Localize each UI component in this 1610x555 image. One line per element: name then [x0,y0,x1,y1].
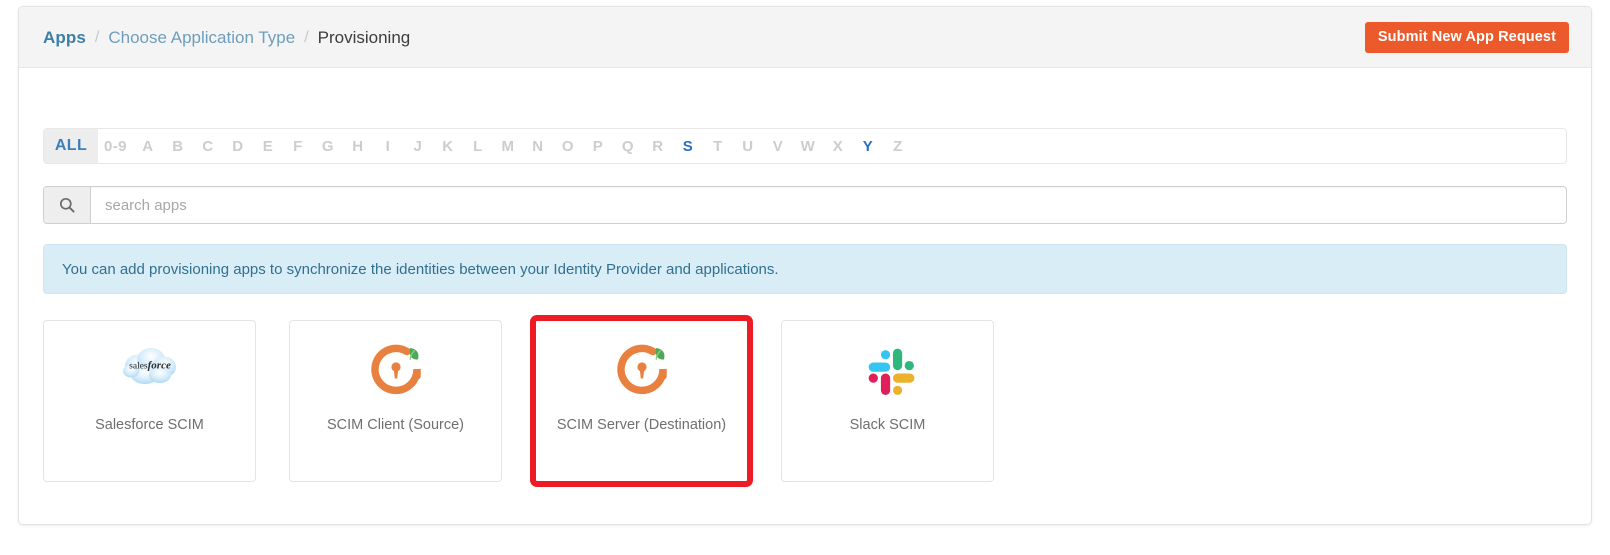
salesforce-cloud-icon: salesforce [122,348,176,384]
app-card-slot: salesforce Salesforce SCIM [43,320,256,482]
slack-icon [868,348,914,395]
alphabet-filter-k[interactable]: K [433,129,463,163]
breadcrumb-item-apps[interactable]: Apps [43,28,86,48]
alphabet-filter-v[interactable]: V [763,129,793,163]
alphabet-filter-w[interactable]: W [793,129,823,163]
breadcrumb-separator: / [94,28,100,46]
alphabet-filter-n[interactable]: N [523,129,553,163]
search-input[interactable] [91,187,1566,223]
panel-header: Apps / Choose Application Type / Provisi… [19,7,1591,68]
alphabet-filter-r[interactable]: R [643,129,673,163]
alphabet-filter-b[interactable]: B [163,129,193,163]
alphabet-filter-z[interactable]: Z [883,129,913,163]
content-panel: Apps / Choose Application Type / Provisi… [18,6,1592,525]
app-logo [536,321,747,417]
app-card-slack-scim[interactable]: Slack SCIM [781,320,994,482]
app-card-slot-highlighted: SCIM Server (Destination) [530,315,753,487]
alphabet-filter-i[interactable]: I [373,129,403,163]
alphabet-filter-x[interactable]: X [823,129,853,163]
search-bar [43,186,1567,224]
alphabet-filter-d[interactable]: D [223,129,253,163]
alphabet-filter-p[interactable]: P [583,129,613,163]
app-logo [782,321,993,417]
alphabet-filter-j[interactable]: J [403,129,433,163]
alphabet-filter-u[interactable]: U [733,129,763,163]
app-card-scim-server-destination[interactable]: SCIM Server (Destination) [535,320,748,482]
alphabet-filter-0-9[interactable]: 0-9 [98,129,133,163]
svg-text:salesforce: salesforce [129,360,171,372]
breadcrumb-separator: / [304,28,309,46]
app-logo [290,321,501,417]
submit-new-app-request-button[interactable]: Submit New App Request [1364,22,1569,53]
alphabet-filter-c[interactable]: C [193,129,223,163]
alphabet-filter-t[interactable]: T [703,129,733,163]
alphabet-filter-h[interactable]: H [343,129,373,163]
app-card-label: SCIM Server (Destination) [556,417,727,433]
scim-ring-icon [616,344,667,395]
alphabet-filter-a[interactable]: A [133,129,163,163]
info-banner-text: You can add provisioning apps to synchro… [62,260,779,278]
alphabet-filter-m[interactable]: M [493,129,523,163]
app-card-label: SCIM Client (Source) [327,417,464,433]
provisioning-app-catalog-page: Apps / Choose Application Type / Provisi… [0,0,1610,555]
panel-body: ALL 0-9 A B C D E F G H I J K L M N O P … [19,68,1591,524]
app-logo: salesforce [44,321,255,417]
breadcrumb-item-choose-application-type[interactable]: Choose Application Type [108,28,295,48]
app-card-label: Salesforce SCIM [95,417,204,433]
app-card-slot: SCIM Client (Source) [289,320,502,482]
scim-ring-icon [370,344,421,395]
alphabet-filter-e[interactable]: E [253,129,283,163]
app-card-label: Slack SCIM [849,417,926,433]
alphabet-filter-o[interactable]: O [553,129,583,163]
alphabet-filter-bar: ALL 0-9 A B C D E F G H I J K L M N O P … [43,128,1567,164]
search-button[interactable] [44,187,91,223]
breadcrumb-item-provisioning: Provisioning [317,27,411,47]
alphabet-filter-f[interactable]: F [283,129,313,163]
search-icon [59,197,75,213]
info-banner: You can add provisioning apps to synchro… [43,244,1567,294]
alphabet-filter-y[interactable]: Y [853,129,883,163]
alphabet-filter-g[interactable]: G [313,129,343,163]
alphabet-filter-s[interactable]: S [673,129,703,163]
app-card-grid: salesforce Salesforce SCIM SCIM Client (… [43,315,1567,487]
app-card-salesforce-scim[interactable]: salesforce Salesforce SCIM [43,320,256,482]
alphabet-filter-l[interactable]: L [463,129,493,163]
app-card-scim-client-source[interactable]: SCIM Client (Source) [289,320,502,482]
breadcrumb: Apps / Choose Application Type / Provisi… [43,7,410,68]
app-card-slot: Slack SCIM [781,320,994,482]
alphabet-filter-all[interactable]: ALL [44,129,98,163]
alphabet-filter-q[interactable]: Q [613,129,643,163]
